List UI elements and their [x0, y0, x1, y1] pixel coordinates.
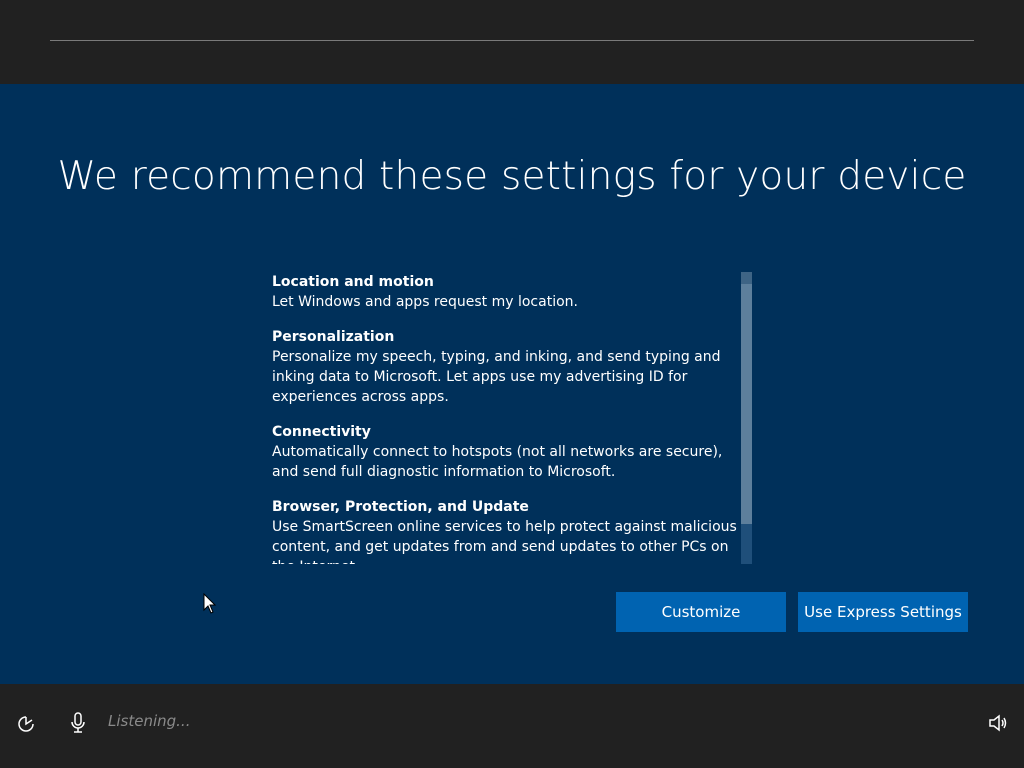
section-text: Let Windows and apps request my location… [272, 294, 578, 310]
volume-icon[interactable] [988, 714, 1008, 732]
main-panel: We recommend these settings for your dev… [0, 84, 1024, 684]
section-title: Personalization [272, 329, 395, 345]
scrollbar-top[interactable] [741, 272, 752, 284]
section-text: Personalize my speech, typing, and inkin… [272, 349, 721, 405]
use-express-settings-button[interactable]: Use Express Settings [798, 592, 968, 632]
microphone-icon[interactable] [70, 712, 86, 734]
mouse-cursor-icon [203, 593, 217, 614]
section-location: Location and motion Let Windows and apps… [272, 272, 742, 312]
progress-divider [50, 40, 974, 41]
section-title: Browser, Protection, and Update [272, 499, 529, 515]
settings-content: Location and motion Let Windows and apps… [272, 272, 742, 564]
section-title: Location and motion [272, 274, 434, 290]
bottom-bar: Listening... [0, 684, 1024, 768]
section-connectivity: Connectivity Automatically connect to ho… [272, 422, 742, 482]
settings-list[interactable]: Location and motion Let Windows and apps… [272, 272, 752, 564]
page-title: We recommend these settings for your dev… [57, 154, 967, 199]
scrollbar[interactable] [741, 272, 752, 564]
section-text: Automatically connect to hotspots (not a… [272, 444, 723, 480]
scrollbar-thumb[interactable] [741, 284, 752, 524]
listening-status: Listening... [108, 712, 191, 730]
section-personalization: Personalization Personalize my speech, t… [272, 327, 742, 407]
customize-button[interactable]: Customize [616, 592, 786, 632]
ease-of-access-icon[interactable] [16, 714, 36, 734]
section-title: Connectivity [272, 424, 371, 440]
top-bar [0, 0, 1024, 84]
section-browser-protection: Browser, Protection, and Update Use Smar… [272, 497, 742, 564]
section-text: Use SmartScreen online services to help … [272, 519, 737, 564]
